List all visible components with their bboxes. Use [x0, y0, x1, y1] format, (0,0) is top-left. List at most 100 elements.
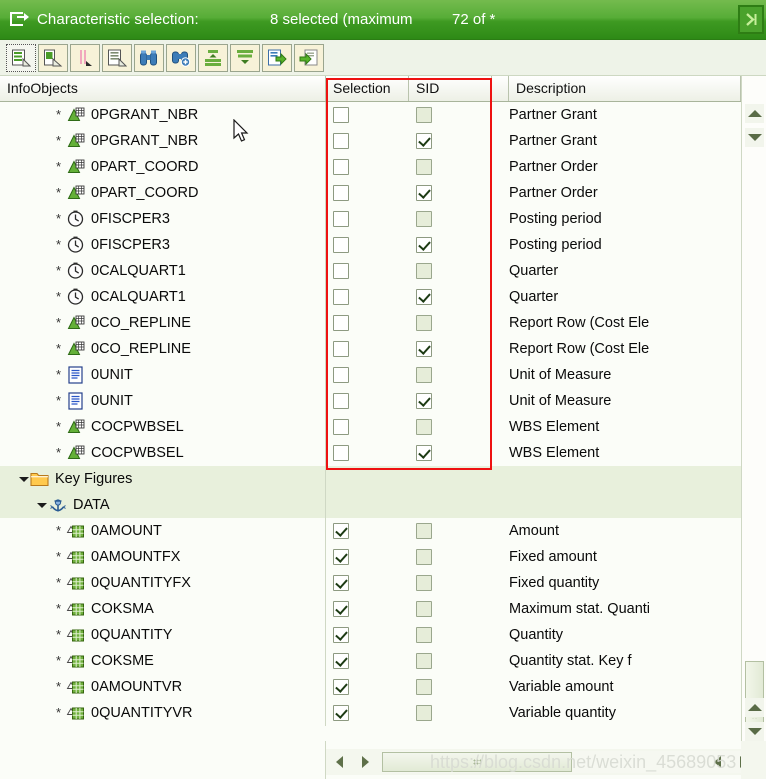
column-header-description[interactable]: Description	[509, 76, 741, 101]
selection-checkbox[interactable]	[333, 419, 349, 435]
sid-checkbox[interactable]	[416, 393, 432, 409]
horizontal-scrollbar-thumb[interactable]	[382, 752, 572, 772]
table-row[interactable]: COKSME Quantity stat. Key f	[0, 648, 741, 674]
infoobject-cell[interactable]: 0PGRANT_NBR	[0, 128, 326, 154]
selection-checkbox[interactable]	[333, 705, 349, 721]
table-row[interactable]: 0QUANTITYFX Fixed quantity	[0, 570, 741, 596]
infoobject-cell[interactable]: 0PGRANT_NBR	[0, 102, 326, 128]
infoobject-cell[interactable]: 0FISCPER3	[0, 232, 326, 258]
selection-cell[interactable]	[326, 284, 409, 310]
sid-cell[interactable]	[409, 258, 492, 284]
column-header-infoobjects[interactable]: InfoObjects	[0, 76, 326, 101]
infoobject-cell[interactable]: 0AMOUNTVR	[0, 674, 326, 700]
table-row[interactable]: 0FISCPER3 Posting period	[0, 206, 741, 232]
infoobject-cell[interactable]: 0AMOUNTFX	[0, 544, 326, 570]
selection-cell[interactable]	[326, 622, 409, 648]
selection-checkbox[interactable]	[333, 601, 349, 617]
table-row[interactable]: 0FISCPER3 Posting period	[0, 232, 741, 258]
selection-cell[interactable]	[326, 414, 409, 440]
sid-cell[interactable]	[409, 284, 492, 310]
table-row[interactable]: 0QUANTITYVR Variable quantity	[0, 700, 741, 726]
selection-checkbox[interactable]	[333, 575, 349, 591]
sid-checkbox[interactable]	[416, 237, 432, 253]
selection-cell[interactable]	[326, 492, 409, 518]
sid-cell[interactable]	[409, 518, 492, 544]
selection-checkbox[interactable]	[333, 289, 349, 305]
infoobject-cell[interactable]: COKSMA	[0, 596, 326, 622]
select-block-button[interactable]	[38, 43, 68, 72]
sid-cell[interactable]	[409, 648, 492, 674]
sid-cell[interactable]	[409, 466, 492, 492]
vertical-scrollbar[interactable]	[741, 76, 766, 769]
selection-cell[interactable]	[326, 518, 409, 544]
table-row[interactable]: 0UNIT Unit of Measure	[0, 362, 741, 388]
deselect-all-button[interactable]	[102, 43, 132, 72]
infoobject-cell[interactable]: 0QUANTITY	[0, 622, 326, 648]
selection-cell[interactable]	[326, 102, 409, 128]
infoobject-cell[interactable]: DATA	[0, 492, 326, 518]
infoobject-cell[interactable]: COCPWBSEL	[0, 414, 326, 440]
find-next-button[interactable]	[166, 43, 196, 72]
selection-checkbox[interactable]	[333, 185, 349, 201]
infoobject-cell[interactable]: 0PART_COORD	[0, 180, 326, 206]
table-row[interactable]: DATA	[0, 492, 741, 518]
sid-cell[interactable]	[409, 388, 492, 414]
column-header-sid[interactable]: SID	[409, 76, 492, 101]
transfer-button[interactable]	[262, 43, 292, 72]
selection-cell[interactable]	[326, 232, 409, 258]
selection-checkbox[interactable]	[333, 237, 349, 253]
sid-cell[interactable]	[409, 154, 492, 180]
infoobject-cell[interactable]: 0QUANTITYFX	[0, 570, 326, 596]
infoobject-cell[interactable]: Key Figures	[0, 466, 326, 492]
infoobject-cell[interactable]: 0UNIT	[0, 388, 326, 414]
selection-checkbox[interactable]	[333, 159, 349, 175]
infoobject-cell[interactable]: 0FISCPER3	[0, 206, 326, 232]
scroll-down-button-top[interactable]	[745, 128, 764, 147]
table-row[interactable]: COKSMA Maximum stat. Quanti	[0, 596, 741, 622]
table-row[interactable]: 0CALQUART1 Quarter	[0, 284, 741, 310]
table-row[interactable]: COCPWBSEL WBS Element	[0, 440, 741, 466]
expand-nodes-button[interactable]	[198, 43, 228, 72]
table-row[interactable]: 0AMOUNT Amount	[0, 518, 741, 544]
infoobject-cell[interactable]: 0AMOUNT	[0, 518, 326, 544]
selection-cell[interactable]	[326, 128, 409, 154]
table-row[interactable]: 0PART_COORD Partner Order	[0, 180, 741, 206]
sid-cell[interactable]	[409, 128, 492, 154]
sid-cell[interactable]	[409, 206, 492, 232]
table-row[interactable]: 0PGRANT_NBR Partner Grant	[0, 102, 741, 128]
table-row[interactable]: 0CO_REPLINE Report Row (Cost Ele	[0, 336, 741, 362]
select-all-button[interactable]	[6, 43, 36, 72]
selection-checkbox[interactable]	[333, 367, 349, 383]
selection-cell[interactable]	[326, 154, 409, 180]
sid-cell[interactable]	[409, 492, 492, 518]
selection-checkbox[interactable]	[333, 107, 349, 123]
sid-cell[interactable]	[409, 440, 492, 466]
table-row[interactable]: 0CO_REPLINE Report Row (Cost Ele	[0, 310, 741, 336]
selection-cell[interactable]	[326, 544, 409, 570]
selection-cell[interactable]	[326, 206, 409, 232]
sid-cell[interactable]	[409, 570, 492, 596]
table-row[interactable]: COCPWBSEL WBS Element	[0, 414, 741, 440]
table-row[interactable]: 0AMOUNTVR Variable amount	[0, 674, 741, 700]
table-row[interactable]: 0PART_COORD Partner Order	[0, 154, 741, 180]
sid-cell[interactable]	[409, 232, 492, 258]
sid-cell[interactable]	[409, 414, 492, 440]
sid-checkbox[interactable]	[416, 289, 432, 305]
selection-cell[interactable]	[326, 700, 409, 726]
infoobject-cell[interactable]: 0CALQUART1	[0, 258, 326, 284]
table-row[interactable]: 0PGRANT_NBR Partner Grant	[0, 128, 741, 154]
find-button[interactable]	[134, 43, 164, 72]
infoobject-cell[interactable]: COKSME	[0, 648, 326, 674]
scroll-up-button-bottom[interactable]	[745, 698, 764, 717]
selection-checkbox[interactable]	[333, 263, 349, 279]
selection-checkbox[interactable]	[333, 133, 349, 149]
selection-cell[interactable]	[326, 440, 409, 466]
selection-cell[interactable]	[326, 258, 409, 284]
table-row[interactable]: 0UNIT Unit of Measure	[0, 388, 741, 414]
sid-cell[interactable]	[409, 336, 492, 362]
infoobject-cell[interactable]: COCPWBSEL	[0, 440, 326, 466]
selection-cell[interactable]	[326, 388, 409, 414]
selection-divider-button[interactable]	[70, 43, 100, 72]
selection-cell[interactable]	[326, 362, 409, 388]
infoobject-cell[interactable]: 0QUANTITYVR	[0, 700, 326, 726]
